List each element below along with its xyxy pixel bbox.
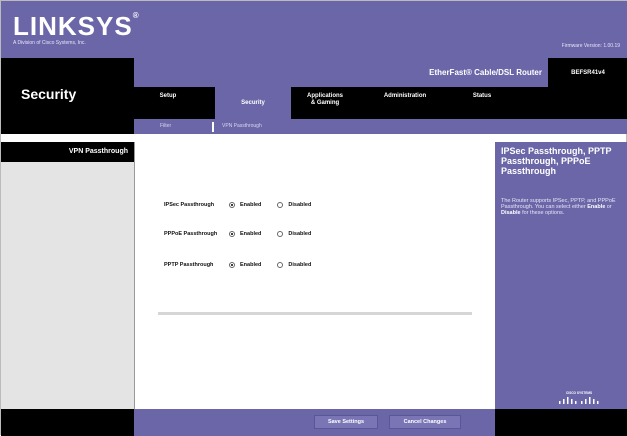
subtab-filter[interactable]: Filter <box>160 123 171 129</box>
model-number: BEFSR41v4 <box>548 58 627 87</box>
footer-right <box>495 409 627 436</box>
pppoe-disabled-option[interactable]: Disabled <box>277 231 311 237</box>
product-name: EtherFast® Cable/DSL Router <box>429 68 542 77</box>
footer-left <box>1 409 134 436</box>
section-title: Security <box>21 86 77 102</box>
tab-administration[interactable]: Administration <box>369 93 441 100</box>
cisco-systems-logo: CISCO SYSTEMS <box>559 391 599 404</box>
help-disable-word: Disable <box>501 210 521 216</box>
main-tabs: Setup Security Applications & Gaming Adm… <box>134 87 627 119</box>
ipsec-enabled-option[interactable]: Enabled <box>229 202 261 208</box>
tab-setup[interactable]: Setup <box>148 93 188 100</box>
product-bar: EtherFast® Cable/DSL Router BEFSR41v4 <box>134 58 627 87</box>
linksys-logo: LINKSYS® <box>13 11 140 41</box>
pptp-disabled-option[interactable]: Disabled <box>277 262 311 268</box>
sub-tabs: Filter VPN Passthrough <box>134 119 627 134</box>
pptp-disabled-radio[interactable] <box>277 262 284 268</box>
tab-security[interactable]: Security <box>215 87 291 119</box>
svg-text:CISCO SYSTEMS: CISCO SYSTEMS <box>566 391 592 395</box>
footer-actions: Save Settings Cancel Changes <box>134 409 495 436</box>
logo-subtitle: A Division of Cisco Systems, Inc. <box>13 40 86 46</box>
ipsec-passthrough-label: IPSec Passthrough <box>164 202 215 208</box>
column-divider <box>134 142 135 409</box>
pppoe-disabled-radio[interactable] <box>277 231 284 237</box>
help-enable-word: Enable <box>587 204 606 210</box>
help-title: IPSec Passthrough, PPTP Passthrough, PPP… <box>501 146 612 176</box>
ipsec-disabled-option[interactable]: Disabled <box>277 202 311 208</box>
pppoe-passthrough-label: PPPoE Passthrough <box>164 231 218 237</box>
left-nav-header: VPN Passthrough <box>1 142 134 162</box>
section-header: Security <box>1 58 134 134</box>
tab-status[interactable]: Status <box>462 93 502 100</box>
left-nav: VPN Passthrough <box>1 142 134 409</box>
pptp-passthrough-row: PPTP Passthrough Enabled Disabled <box>164 262 327 268</box>
help-panel: IPSec Passthrough, PPTP Passthrough, PPP… <box>495 142 627 409</box>
subtab-divider <box>212 122 214 132</box>
settings-panel: IPSec Passthrough Enabled Disabled PPPoE… <box>134 142 495 409</box>
help-text: The Router supports IPSec, PPTP, and PPP… <box>501 198 616 216</box>
ipsec-enabled-radio[interactable] <box>229 202 235 208</box>
nav-label-vpn-passthrough: VPN Passthrough <box>68 148 128 155</box>
pppoe-enabled-radio[interactable] <box>229 231 235 237</box>
pppoe-passthrough-row: PPPoE Passthrough Enabled Disabled <box>164 231 327 237</box>
firmware-version: Firmware Version: 1.00.19 <box>561 43 620 49</box>
pptp-enabled-radio[interactable] <box>229 262 235 268</box>
save-settings-button[interactable]: Save Settings <box>314 415 378 429</box>
cancel-changes-button[interactable]: Cancel Changes <box>389 415 461 429</box>
pptp-enabled-option[interactable]: Enabled <box>229 262 261 268</box>
subtab-vpn-passthrough[interactable]: VPN Passthrough <box>222 123 262 129</box>
content-divider <box>158 312 472 315</box>
ipsec-disabled-radio[interactable] <box>277 202 284 208</box>
router-admin-page: LINKSYS® A Division of Cisco Systems, In… <box>0 0 627 436</box>
tab-applications-gaming[interactable]: Applications & Gaming <box>291 93 359 107</box>
top-banner: LINKSYS® A Division of Cisco Systems, In… <box>1 1 627 58</box>
pppoe-enabled-option[interactable]: Enabled <box>229 231 261 237</box>
ipsec-passthrough-row: IPSec Passthrough Enabled Disabled <box>164 202 327 208</box>
pptp-passthrough-label: PPTP Passthrough <box>164 262 214 268</box>
